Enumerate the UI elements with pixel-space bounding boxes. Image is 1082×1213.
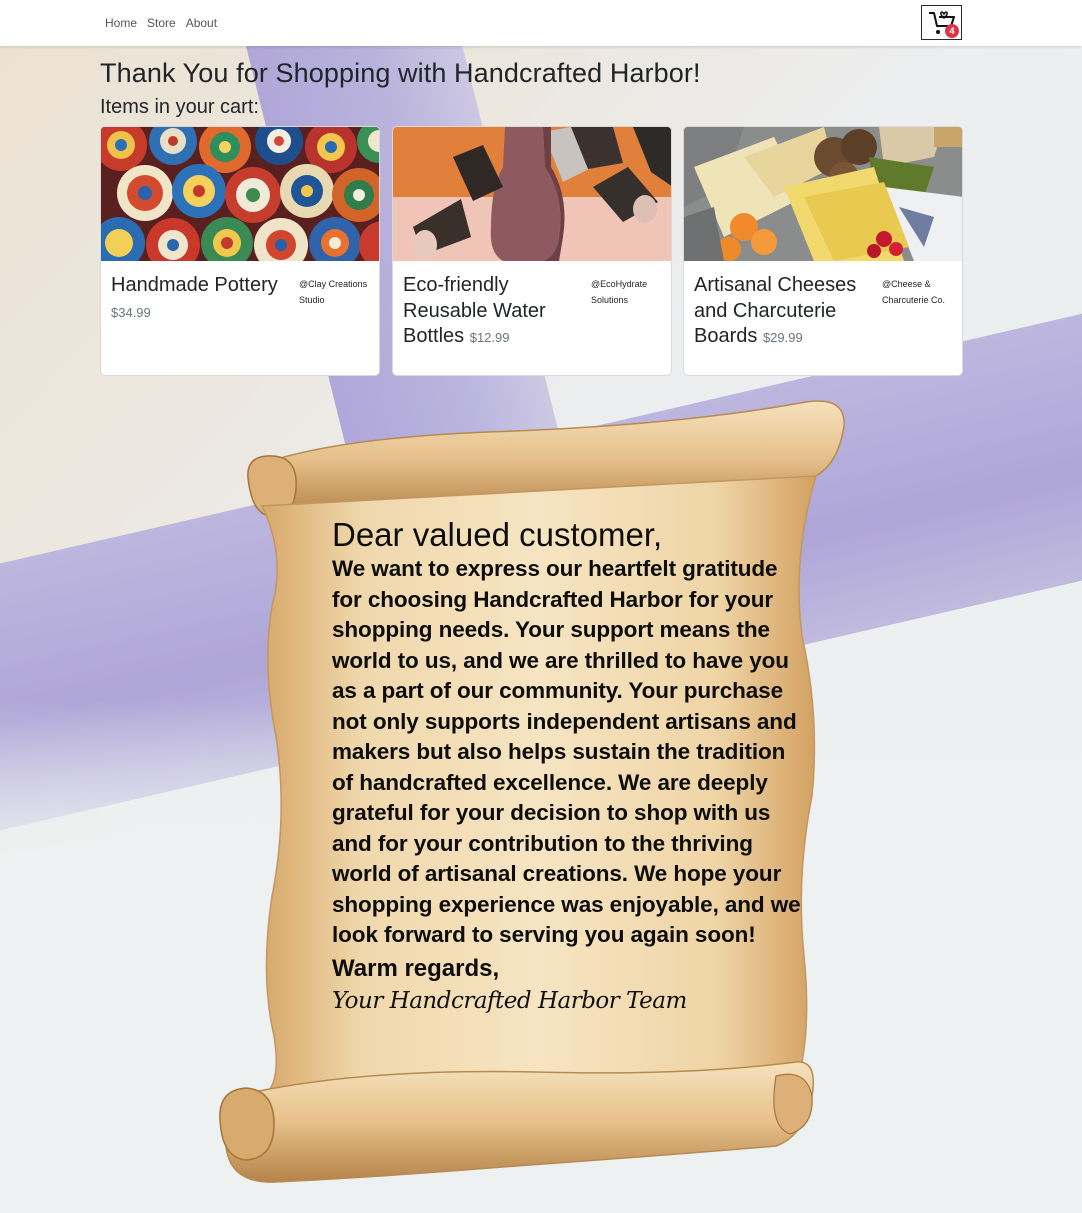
bottles-image xyxy=(393,127,671,261)
item-price: $12.99 xyxy=(469,330,510,345)
cheese-board-image xyxy=(684,127,962,261)
letter-signature: Your Handcrafted Harbor Team xyxy=(332,987,687,1014)
cart-count-badge: 4 xyxy=(945,24,959,38)
letter-closing: Warm regards, xyxy=(332,954,500,982)
cart-item-card[interactable]: Eco-friendly Reusable Water Bottles $12.… xyxy=(392,126,672,376)
navbar: Home Store About 4 xyxy=(0,0,1082,46)
cart-item-card[interactable]: Handmade Pottery $34.99 @Clay Creations … xyxy=(100,126,380,376)
pottery-image xyxy=(101,127,379,261)
item-seller: @EcoHydrate Solutions xyxy=(591,279,648,305)
cart-button[interactable]: 4 xyxy=(921,5,962,40)
item-seller: @Cheese & Charcuterie Co. xyxy=(882,279,946,305)
page-title: Thank You for Shopping with Handcrafted … xyxy=(100,58,701,88)
cart-heading: Items in your cart: xyxy=(100,96,259,118)
cart-item-card[interactable]: Artisanal Cheeses and Charcuterie Boards… xyxy=(683,126,963,376)
nav-link-about[interactable]: About xyxy=(181,16,222,30)
item-seller: @Clay Creations Studio xyxy=(299,279,368,305)
item-price: $29.99 xyxy=(762,330,803,345)
item-price: $34.99 xyxy=(111,304,151,320)
nav-links: Home Store About xyxy=(100,0,222,46)
thank-you-scroll: Dear valued customer, We want to express… xyxy=(216,396,852,1188)
letter-content: Dear valued customer, We want to express… xyxy=(332,516,802,1017)
letter-message: We want to express our heartfelt gratitu… xyxy=(332,556,801,947)
item-name: Handmade Pottery xyxy=(111,274,278,296)
nav-link-home[interactable]: Home xyxy=(100,16,142,30)
nav-link-store[interactable]: Store xyxy=(142,16,181,30)
letter-greeting: Dear valued customer, xyxy=(332,516,663,553)
